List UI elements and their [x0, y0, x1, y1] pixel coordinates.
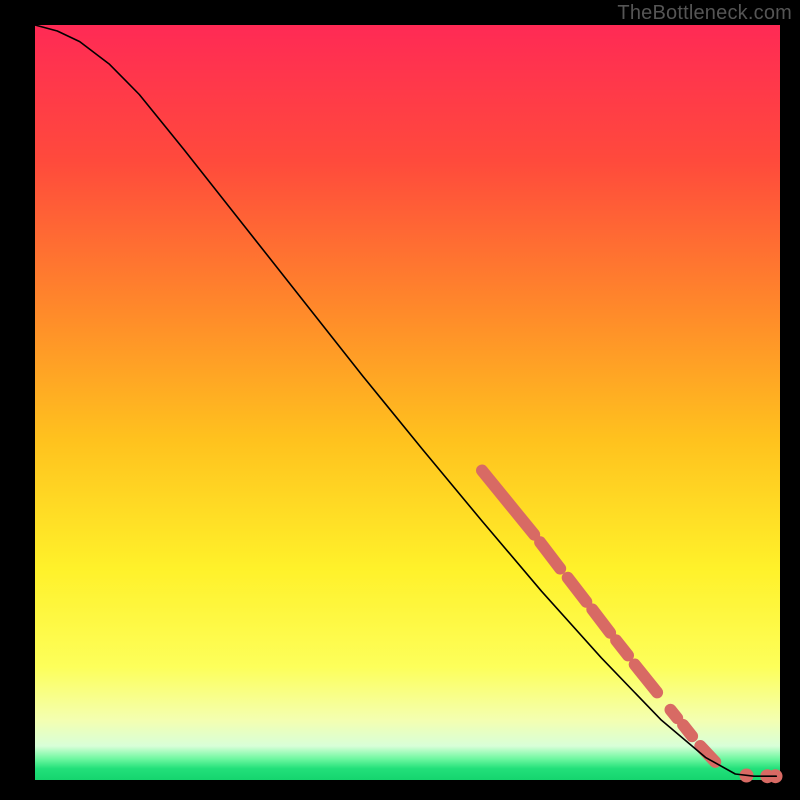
chart-svg — [0, 0, 800, 800]
highlight-segment — [683, 725, 692, 736]
highlight-segment — [671, 710, 678, 718]
watermark-text: TheBottleneck.com — [617, 2, 792, 25]
chart-stage: TheBottleneck.com — [0, 0, 800, 800]
plot-background — [35, 25, 780, 780]
